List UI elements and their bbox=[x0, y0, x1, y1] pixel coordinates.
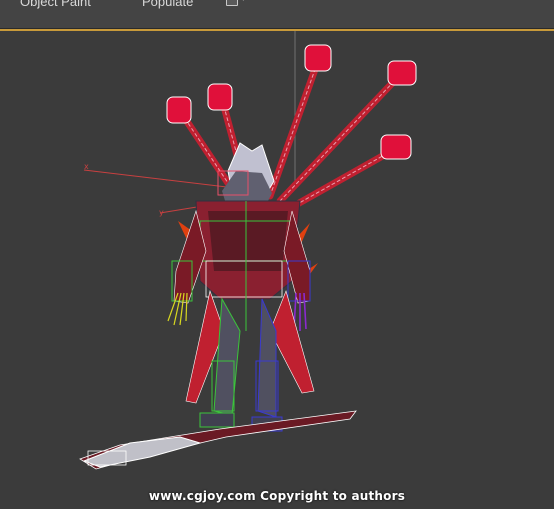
ribbon-bar: Object Paint Populate ▾ bbox=[0, 0, 554, 29]
ribbon-options-icon[interactable]: ▾ bbox=[226, 0, 252, 8]
axis-y-label: y bbox=[159, 208, 164, 217]
copyright-watermark: www.cgjoy.com Copyright to authors bbox=[148, 489, 406, 503]
axis-x-label: x bbox=[84, 162, 89, 171]
tab-populate[interactable]: Populate bbox=[142, 0, 193, 9]
3ds-max-window: Object Paint Populate ▾ x y bbox=[0, 0, 554, 509]
perspective-viewport[interactable]: x y www.cgjoy.com Copyright to authors bbox=[0, 29, 554, 509]
tab-object-paint[interactable]: Object Paint bbox=[20, 0, 91, 9]
character-rig-model: x y bbox=[79, 31, 417, 470]
back-spikes bbox=[176, 57, 404, 215]
